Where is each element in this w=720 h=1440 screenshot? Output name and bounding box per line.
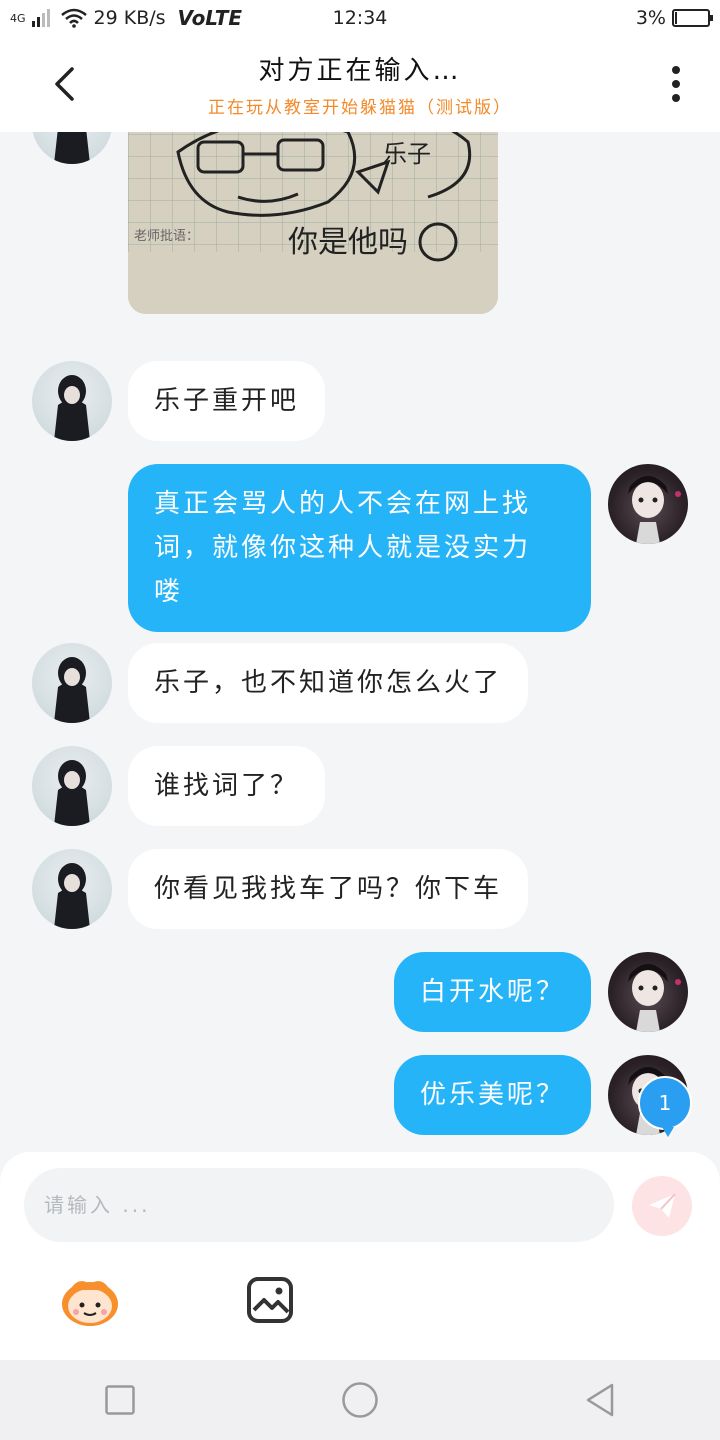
network-type: 4G <box>10 12 26 25</box>
home-circle-icon <box>342 1382 378 1418</box>
avatar[interactable] <box>32 132 112 164</box>
battery-level <box>675 12 677 24</box>
my-avatar-image <box>628 964 681 1032</box>
my-avatar-image <box>628 476 681 544</box>
recent-apps-button[interactable] <box>90 1370 150 1430</box>
chat-area[interactable]: 乐子 你是他吗 老师批语： 乐子重开吧 真正会骂人的人不会在网上找 词，就像你这… <box>0 132 720 1152</box>
signal-icon <box>31 9 50 27</box>
image-drawn-text-1: 乐子 <box>383 140 431 168</box>
more-icon <box>672 66 680 102</box>
input-panel <box>0 1152 720 1360</box>
back-button[interactable] <box>40 58 88 110</box>
status-left: 4G 29 KB/s VoLTE <box>10 6 242 30</box>
chat-title: 对方正在输入… <box>258 56 462 86</box>
avatar[interactable] <box>32 361 112 441</box>
status-right: 3% <box>635 7 713 29</box>
image-message[interactable]: 乐子 你是他吗 老师批语： <box>128 132 498 314</box>
avatar[interactable] <box>32 849 112 929</box>
header-titles: 对方正在输入… 正在玩从教室开始躲猫猫（测试版） <box>208 50 512 118</box>
avatar-image <box>54 760 90 826</box>
message-bubble-received[interactable]: 乐子，也不知道你怎么火了 <box>128 643 529 723</box>
square-nav-icon <box>105 1385 135 1415</box>
image-caption: 老师批语： <box>134 229 199 244</box>
message-bubble-sent[interactable]: 白开水呢？ <box>393 952 591 1032</box>
message-bubble-received[interactable]: 你看见我找车了吗？你下车 <box>128 849 529 929</box>
send-button[interactable] <box>632 1176 692 1236</box>
avatar[interactable] <box>32 643 112 723</box>
nav-back-button[interactable] <box>570 1370 630 1430</box>
sticker-icon <box>62 1281 118 1326</box>
back-arrow-icon <box>55 67 74 101</box>
chat-header: 对方正在输入… 正在玩从教室开始躲猫猫（测试版） <box>0 36 720 132</box>
message-bubble-received[interactable]: 谁找词了？ <box>128 746 326 826</box>
message-input[interactable] <box>24 1168 614 1242</box>
sticker-button[interactable] <box>58 1272 122 1328</box>
back-triangle-icon <box>586 1383 614 1417</box>
network-speed: 29 KB/s <box>93 7 166 29</box>
message-bubble-received[interactable]: 乐子重开吧 <box>128 361 326 441</box>
notebook-drawing: 乐子 你是他吗 老师批语： <box>128 132 498 314</box>
image-icon <box>247 1277 293 1323</box>
avatar-image <box>54 657 90 723</box>
send-icon <box>649 1193 676 1218</box>
wifi-icon <box>60 8 87 28</box>
chat-subtitle: 正在玩从教室开始躲猫猫（测试版） <box>208 98 512 118</box>
system-nav-bar <box>0 1360 720 1440</box>
message-bubble-sent[interactable]: 真正会骂人的人不会在网上找 词，就像你这种人就是没实力 喽 <box>128 464 591 632</box>
volte-label: VoLTE <box>177 6 243 30</box>
image-drawn-text-2: 你是他吗 <box>288 225 408 260</box>
avatar-image <box>54 375 90 441</box>
my-avatar[interactable] <box>608 464 688 544</box>
status-bar: 4G 29 KB/s VoLTE 12:34 3% <box>0 0 720 36</box>
home-button[interactable] <box>330 1370 390 1430</box>
my-avatar[interactable] <box>608 952 688 1032</box>
battery-icon <box>672 9 713 27</box>
avatar-image <box>54 863 90 929</box>
avatar[interactable] <box>32 746 112 826</box>
image-button[interactable] <box>246 1276 294 1324</box>
avatar-image <box>54 132 90 164</box>
more-button[interactable] <box>656 58 696 110</box>
message-bubble-sent[interactable]: 优乐美呢？ <box>393 1055 591 1135</box>
battery-percent: 3% <box>635 7 666 29</box>
unread-badge[interactable]: 1 <box>638 1076 692 1137</box>
